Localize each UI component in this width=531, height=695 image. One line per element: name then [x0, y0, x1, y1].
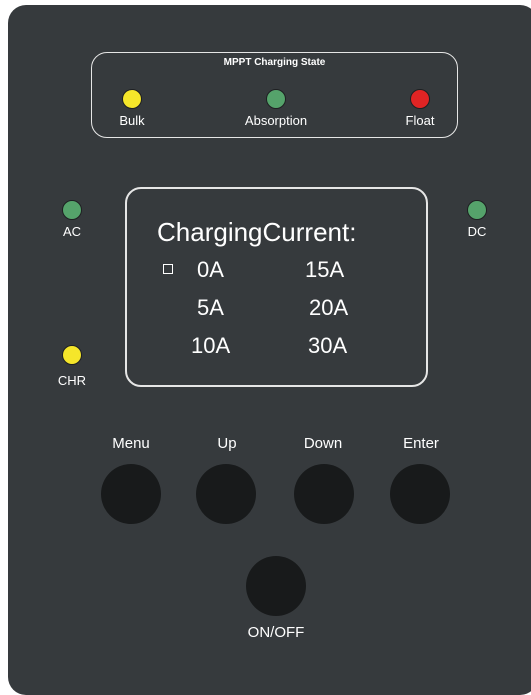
option-10a[interactable]: 10A: [191, 333, 230, 359]
dc-label: DC: [467, 224, 487, 239]
charging-state-title: MPPT Charging State: [223, 57, 326, 68]
up-button-label: Up: [217, 435, 237, 452]
chr-label: CHR: [57, 373, 87, 388]
menu-button-label: Menu: [112, 435, 150, 452]
enter-button-label: Enter: [403, 435, 439, 452]
bulk-led: [122, 89, 142, 109]
absorption-led: [266, 89, 286, 109]
float-label: Float: [405, 113, 435, 128]
power-button[interactable]: [246, 556, 306, 616]
down-button[interactable]: [294, 464, 354, 524]
lcd-display: ChargingCurrent: 0A 15A 5A 20A 10A 30A: [125, 187, 428, 387]
option-0a[interactable]: 0A: [197, 257, 224, 283]
option-20a[interactable]: 20A: [309, 295, 348, 321]
dc-led: [467, 200, 487, 220]
down-button-label: Down: [303, 435, 343, 452]
ac-label: AC: [62, 224, 82, 239]
enter-button[interactable]: [390, 464, 450, 524]
chr-led: [62, 345, 82, 365]
float-led: [410, 89, 430, 109]
selection-cursor-icon: [163, 264, 173, 274]
option-5a[interactable]: 5A: [197, 295, 224, 321]
power-button-label: ON/OFF: [247, 624, 305, 641]
absorption-label: Absorption: [244, 113, 308, 128]
option-15a[interactable]: 15A: [305, 257, 344, 283]
bulk-label: Bulk: [119, 113, 145, 128]
menu-button[interactable]: [101, 464, 161, 524]
option-30a[interactable]: 30A: [308, 333, 347, 359]
ac-led: [62, 200, 82, 220]
up-button[interactable]: [196, 464, 256, 524]
display-title: ChargingCurrent:: [157, 217, 357, 247]
